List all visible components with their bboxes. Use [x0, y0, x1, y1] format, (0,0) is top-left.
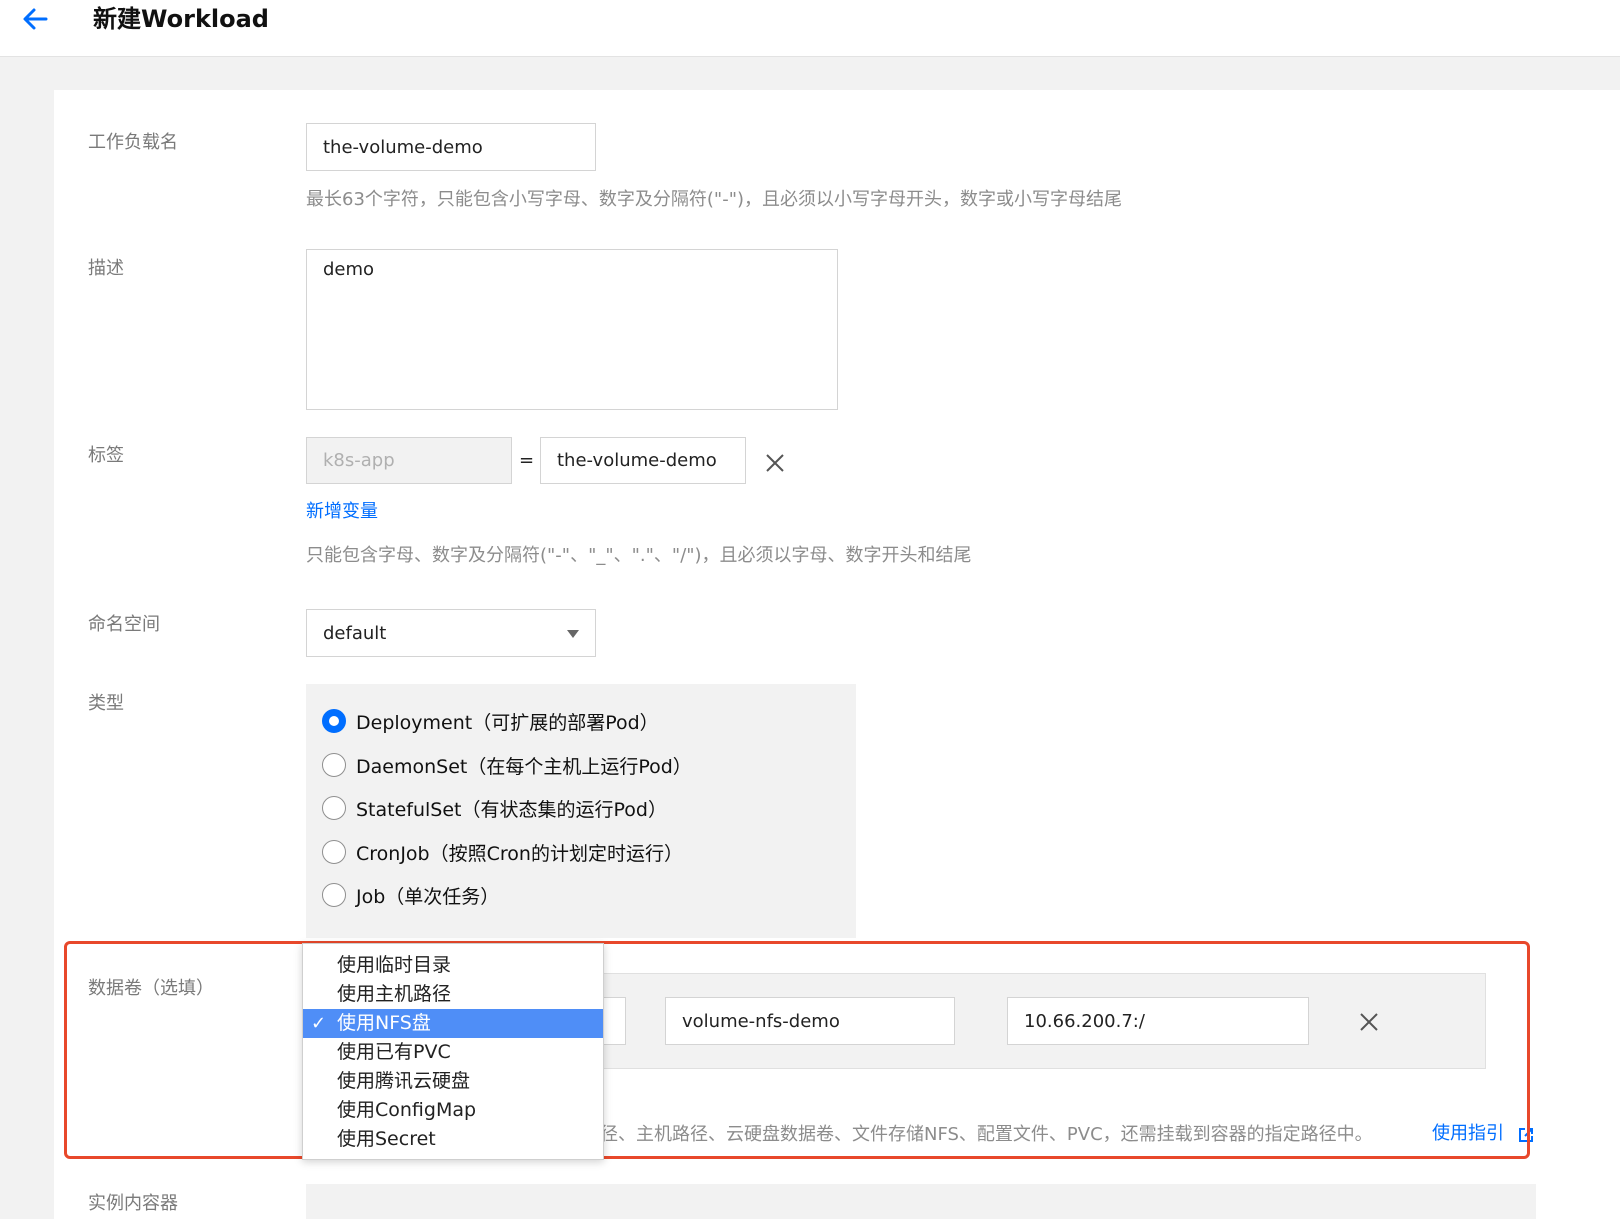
check-icon: ✓ — [311, 1013, 327, 1034]
radio-unchecked-icon — [322, 840, 346, 864]
back-arrow-icon[interactable] — [20, 4, 50, 34]
radio-checked-icon — [322, 709, 346, 733]
dropdown-option-temp-dir[interactable]: 使用临时目录 — [303, 951, 603, 980]
type-option-cronjob[interactable]: CronJob（按照Cron的计划定时运行） — [322, 837, 683, 867]
type-option-label: CronJob（按照Cron的计划定时运行） — [356, 842, 683, 865]
description-label: 描述 — [88, 258, 124, 279]
dropdown-option-pvc[interactable]: 使用已有PVC — [303, 1038, 603, 1067]
description-textarea[interactable]: demo — [306, 249, 838, 410]
containers-label: 实例内容器 — [88, 1193, 178, 1214]
volume-hint: 径、主机路径、云硬盘数据卷、文件存储NFS、配置文件、PVC，还需挂载到容器的指… — [600, 1124, 1373, 1145]
type-option-label: DaemonSet（在每个主机上运行Pod） — [356, 755, 692, 778]
tag-key-input: k8s-app — [306, 437, 512, 484]
namespace-label: 命名空间 — [88, 614, 160, 635]
top-bar: 新建Workload — [0, 0, 1620, 57]
tag-equals-sign: = — [519, 450, 535, 471]
dropdown-option-configmap[interactable]: 使用ConfigMap — [303, 1096, 603, 1125]
type-option-label: Deployment（可扩展的部署Pod） — [356, 711, 659, 734]
external-link-icon[interactable] — [1518, 1127, 1534, 1143]
dropdown-option-cloud-disk[interactable]: 使用腾讯云硬盘 — [303, 1067, 603, 1096]
namespace-select-value: default — [323, 622, 387, 644]
namespace-select[interactable]: default — [306, 609, 596, 657]
tag-value-input[interactable]: the-volume-demo — [540, 437, 746, 484]
type-option-job[interactable]: Job（单次任务） — [322, 880, 499, 910]
caret-down-icon — [567, 630, 579, 638]
remove-tag-close-icon[interactable] — [764, 452, 786, 474]
dropdown-option-label: 使用NFS盘 — [337, 1012, 431, 1034]
dropdown-option-nfs[interactable]: ✓ 使用NFS盘 — [303, 1009, 603, 1038]
containers-box — [306, 1184, 1536, 1219]
workload-name-label: 工作负载名 — [88, 132, 178, 153]
radio-unchecked-icon — [322, 883, 346, 907]
type-option-deployment[interactable]: Deployment（可扩展的部署Pod） — [322, 706, 659, 736]
nfs-path-input[interactable]: 10.66.200.7:/ — [1007, 997, 1309, 1045]
add-variable-link[interactable]: 新增变量 — [306, 500, 378, 524]
workload-type-group: Deployment（可扩展的部署Pod） DaemonSet（在每个主机上运行… — [306, 684, 856, 938]
dropdown-option-secret[interactable]: 使用Secret — [303, 1125, 603, 1154]
usage-guide-link[interactable]: 使用指引 — [1432, 1122, 1504, 1146]
radio-unchecked-icon — [322, 796, 346, 820]
volume-label: 数据卷（选填） — [88, 978, 214, 999]
workload-name-hint: 最长63个字符，只能包含小写字母、数字及分隔符("-")，且必须以小写字母开头，… — [306, 189, 1122, 210]
radio-unchecked-icon — [322, 753, 346, 777]
volume-name-input[interactable]: volume-nfs-demo — [665, 997, 955, 1045]
volume-type-dropdown: 使用临时目录 使用主机路径 ✓ 使用NFS盘 使用已有PVC 使用腾讯云硬盘 使… — [302, 943, 604, 1160]
type-option-statefulset[interactable]: StatefulSet（有状态集的运行Pod） — [322, 793, 667, 823]
type-label: 类型 — [88, 693, 124, 714]
type-option-label: Job（单次任务） — [356, 885, 500, 908]
workload-name-input[interactable]: the-volume-demo — [306, 123, 596, 171]
remove-volume-close-icon[interactable] — [1358, 1011, 1380, 1033]
dropdown-option-host-path[interactable]: 使用主机路径 — [303, 980, 603, 1009]
type-option-label: StatefulSet（有状态集的运行Pod） — [356, 798, 667, 821]
tags-hint: 只能包含字母、数字及分隔符("-"、"_"、"."、"/")，且必须以字母、数字… — [306, 545, 972, 566]
tags-label: 标签 — [88, 445, 124, 466]
type-option-daemonset[interactable]: DaemonSet（在每个主机上运行Pod） — [322, 750, 692, 780]
page-title: 新建Workload — [93, 5, 269, 33]
